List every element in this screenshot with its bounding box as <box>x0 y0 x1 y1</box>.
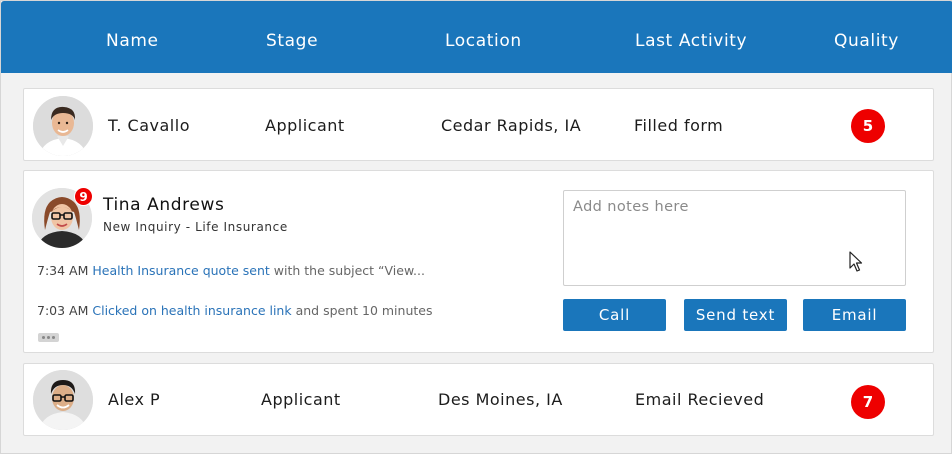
activity-time: 7:34 AM <box>37 263 89 278</box>
table-row[interactable]: Alex P Applicant Des Moines, IA Email Re… <box>23 363 934 436</box>
more-dots-icon[interactable] <box>38 333 59 342</box>
activity-link[interactable]: Clicked on health insurance link <box>92 303 291 318</box>
person-avatar-icon <box>33 96 93 156</box>
lead-location: Cedar Rapids, IA <box>441 116 582 135</box>
lead-name[interactable]: Tina Andrews <box>103 195 224 215</box>
lead-last-activity: Filled form <box>634 116 724 135</box>
call-button[interactable]: Call <box>563 299 666 331</box>
quality-badge: 5 <box>851 109 885 143</box>
column-header-quality[interactable]: Quality <box>834 31 899 51</box>
quality-badge: 7 <box>851 385 885 419</box>
column-header-name[interactable]: Name <box>106 31 159 51</box>
send-text-button[interactable]: Send text <box>684 299 787 331</box>
activity-time: 7:03 AM <box>37 303 89 318</box>
expanded-lead-card: 9 Tina Andrews New Inquiry - Life Insura… <box>23 170 934 353</box>
lead-name[interactable]: Alex P <box>108 390 160 409</box>
app-frame: Name Stage Location Last Activity Qualit… <box>0 0 952 454</box>
lead-name[interactable]: T. Cavallo <box>108 116 190 135</box>
notification-badge: 9 <box>74 187 93 206</box>
lead-location: Des Moines, IA <box>438 390 563 409</box>
activity-link[interactable]: Health Insurance quote sent <box>92 263 269 278</box>
activity-item: 7:03 AM Clicked on health insurance link… <box>37 303 432 318</box>
mouse-cursor-icon <box>849 251 863 272</box>
column-header-stage[interactable]: Stage <box>266 31 318 51</box>
activity-detail: and spent 10 minutes <box>295 303 433 318</box>
lead-stage: Applicant <box>265 116 345 135</box>
column-header-location[interactable]: Location <box>445 31 522 51</box>
email-button[interactable]: Email <box>803 299 906 331</box>
lead-last-activity: Email Recieved <box>635 390 765 409</box>
lead-subtitle: New Inquiry - Life Insurance <box>103 220 288 234</box>
column-header-last-activity[interactable]: Last Activity <box>635 31 747 51</box>
person-avatar-icon <box>33 370 93 430</box>
lead-stage: Applicant <box>261 390 341 409</box>
activity-item: 7:34 AM Health Insurance quote sent with… <box>37 263 425 278</box>
table-header: Name Stage Location Last Activity Qualit… <box>1 1 952 73</box>
activity-detail: with the subject “View... <box>273 263 425 278</box>
table-row[interactable]: T. Cavallo Applicant Cedar Rapids, IA Fi… <box>23 88 934 161</box>
